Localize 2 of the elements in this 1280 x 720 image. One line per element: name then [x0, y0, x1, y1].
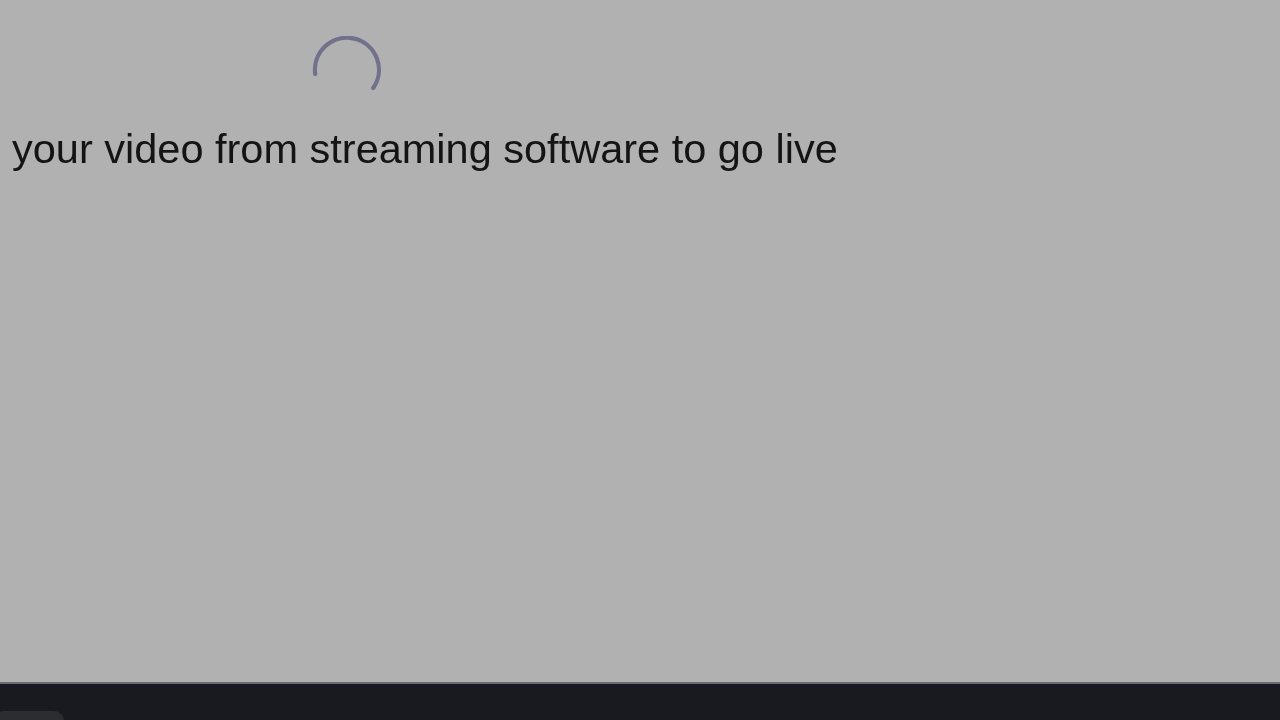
message-text: your video from streaming software to go live	[12, 124, 838, 174]
loading-spinner-icon	[311, 36, 383, 92]
